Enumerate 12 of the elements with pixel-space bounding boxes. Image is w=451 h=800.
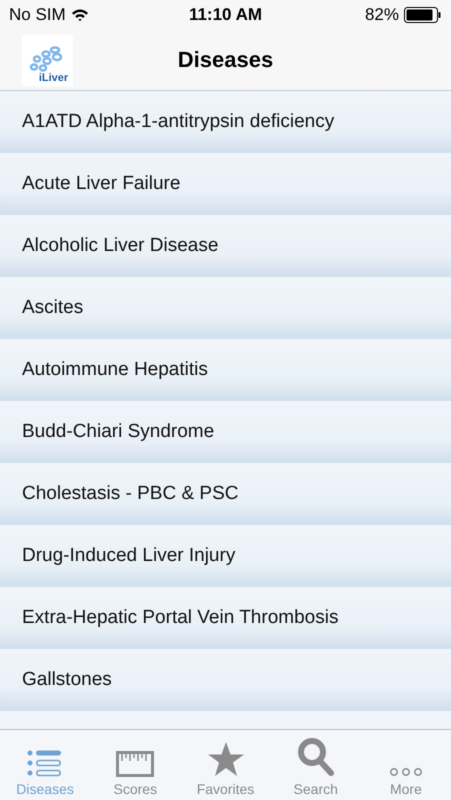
wifi-icon [70, 8, 89, 22]
ruler-icon [116, 751, 154, 777]
search-icon [296, 737, 335, 777]
screen-title: Diseases [178, 47, 274, 73]
list-icon [27, 749, 64, 777]
more-icon [388, 767, 423, 777]
carrier: No SIM [9, 5, 66, 25]
star-icon [206, 741, 244, 777]
battery-icon [404, 7, 441, 23]
app-logo: iLiver [22, 34, 73, 86]
clock: 11:10 AM [188, 5, 262, 25]
battery-percent: 82% [364, 5, 399, 25]
